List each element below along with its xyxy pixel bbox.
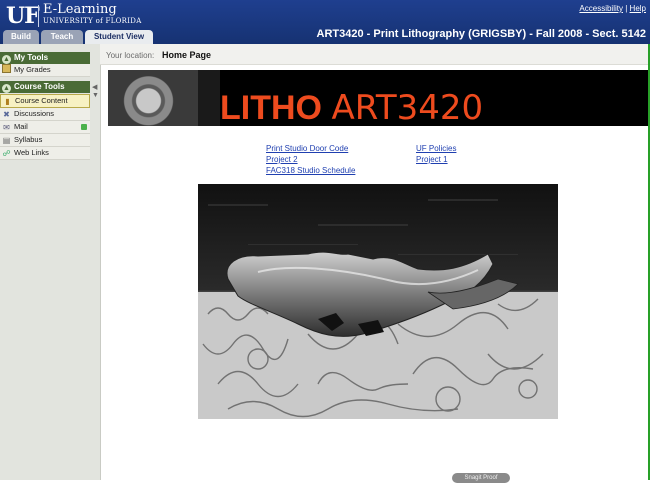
accessibility-link[interactable]: Accessibility (579, 4, 623, 13)
sidebar-item-my-grades[interactable]: My Grades (0, 64, 90, 77)
logo-title: E-Learning (43, 2, 117, 17)
link-project-1[interactable]: Project 1 (416, 155, 448, 164)
discussion-icon: ✖ (3, 110, 10, 119)
link-uf-policies[interactable]: UF Policies (416, 144, 456, 153)
sidebar-item-course-content[interactable]: ▮ Course Content (0, 94, 90, 108)
collapse-icon: ▲ (2, 84, 11, 93)
banner-photo (108, 70, 198, 126)
status-pill: Snagit Proof (452, 473, 510, 483)
link-separator: | (625, 4, 628, 13)
artwork-image (198, 184, 558, 419)
course-banner: LITHO ART3420 (108, 70, 648, 126)
my-tools-title: My Tools (14, 53, 49, 62)
sidebar-item-mail[interactable]: ✉ Mail (0, 121, 90, 134)
sidebar-item-label: Web Links (14, 148, 49, 157)
banner-word-litho: LITHO (220, 89, 322, 126)
link-print-studio-door-code[interactable]: Print Studio Door Code (266, 144, 348, 153)
sidebar-item-label: Mail (14, 122, 28, 131)
link-icon: ☍ (2, 149, 11, 158)
course-title: ART3420 - Print Lithography (GRIGSBY) - … (316, 28, 646, 40)
tab-build[interactable]: Build (3, 30, 39, 44)
sidebar-item-web-links[interactable]: ☍ Web Links (0, 147, 90, 160)
uf-logo[interactable]: UF (6, 3, 40, 29)
sidebar-item-label: My Grades (14, 65, 51, 74)
sidebar-toggle-icon[interactable]: ◀ ▼ (92, 84, 99, 100)
banner-divider (198, 70, 220, 126)
top-links: Accessibility | Help (579, 4, 646, 13)
new-mail-badge (81, 124, 87, 130)
tab-student-view[interactable]: Student View (85, 30, 153, 44)
breadcrumb-current: Home Page (162, 50, 212, 60)
grades-icon (2, 64, 11, 73)
sidebar-item-syllabus[interactable]: ▤ Syllabus (0, 134, 90, 147)
logo-divider (38, 5, 39, 27)
sidebar: ▲ My Tools My Grades ▲ Course Tools ▮ Cours… (0, 44, 101, 480)
logo-subtitle: UNIVERSITY of FLORIDA (43, 17, 142, 25)
link-project-2[interactable]: Project 2 (266, 155, 298, 164)
course-tools-title: Course Tools (14, 82, 65, 91)
banner-word-course: ART3420 (331, 88, 484, 126)
mail-icon: ✉ (3, 123, 10, 132)
collapse-icon: ▲ (2, 55, 11, 64)
my-tools-header[interactable]: ▲ My Tools (0, 52, 90, 64)
course-tools-header[interactable]: ▲ Course Tools (0, 81, 90, 93)
sidebar-item-label: Discussions (14, 109, 55, 118)
sidebar-item-label: Course Content (15, 96, 68, 105)
syllabus-icon: ▤ (2, 136, 11, 145)
header-bar: UF E-Learning UNIVERSITY of FLORIDA Acce… (0, 0, 650, 44)
banner-title: LITHO ART3420 (220, 88, 483, 126)
breadcrumb-label: Your location: (106, 51, 155, 60)
sidebar-item-discussions[interactable]: ✖ Discussions (0, 108, 90, 121)
folder-icon: ▮ (5, 97, 10, 106)
help-link[interactable]: Help (630, 4, 646, 13)
tab-teach[interactable]: Teach (41, 30, 83, 44)
link-fac318-schedule[interactable]: FAC318 Studio Schedule (266, 166, 355, 175)
sidebar-item-label: Syllabus (14, 135, 43, 144)
